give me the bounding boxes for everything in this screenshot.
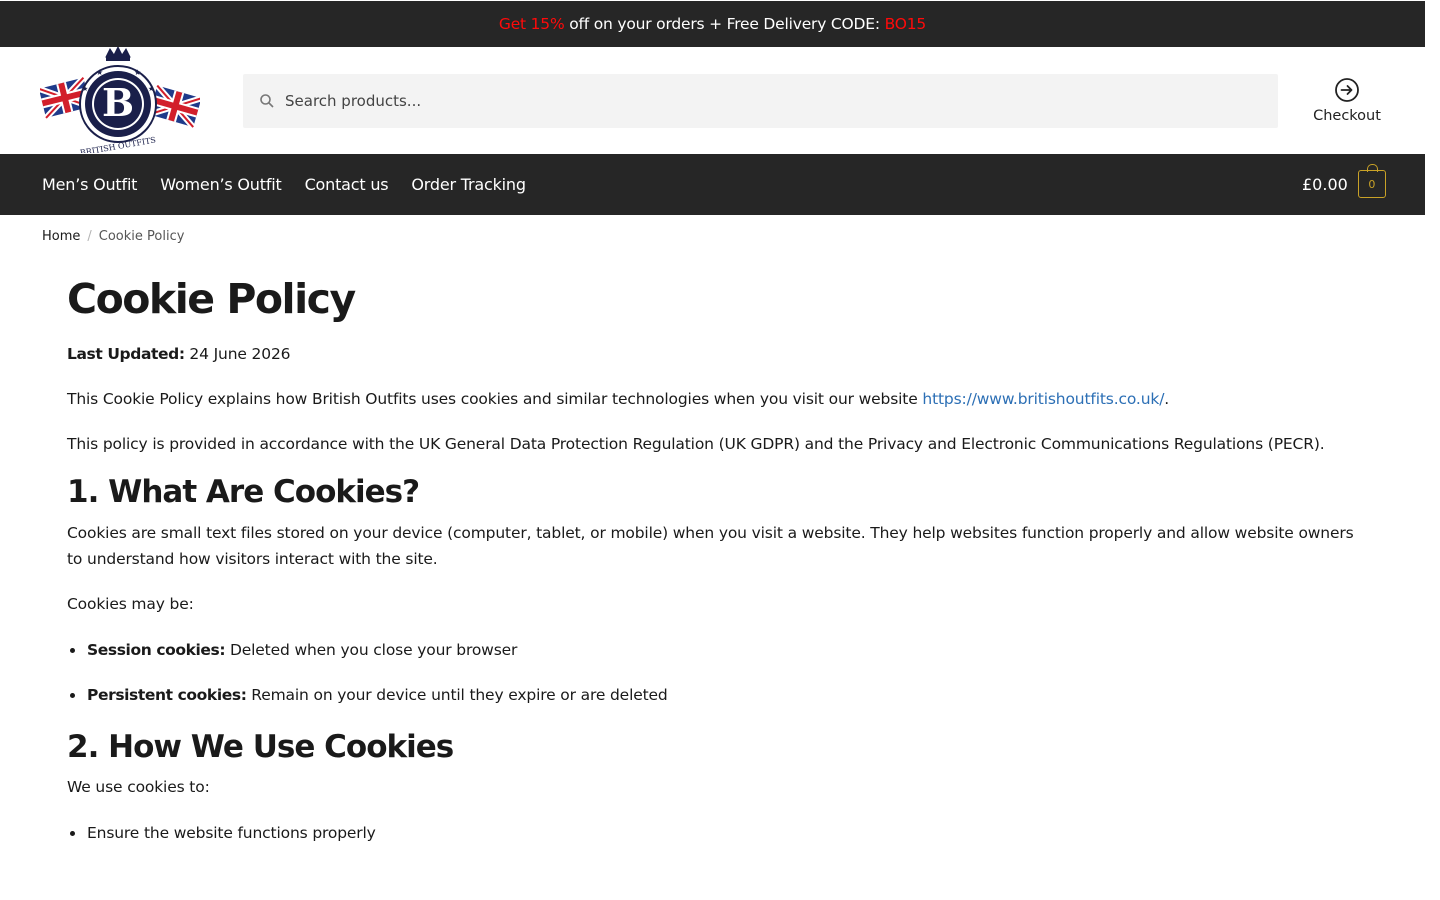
svg-text:★: ★ — [82, 85, 88, 93]
cart-button[interactable]: £0.00 0 — [1302, 164, 1386, 200]
breadcrumb-separator: / — [87, 229, 92, 244]
nav-item-mens-outfit[interactable]: Men’s Outfit — [42, 175, 137, 194]
logo-emblem: ★ ★ ★ ★ B BRITISH OUTFITS — [37, 45, 203, 158]
section-2-heading: 2. How We Use Cookies — [67, 729, 454, 765]
last-updated: Last Updated: 24 June 2026 — [67, 341, 1357, 367]
page-title: Cookie Policy — [67, 275, 356, 323]
cookie-types-intro: Cookies may be: — [67, 595, 194, 613]
list-item-text: Deleted when you close your browser — [225, 641, 518, 659]
promo-code: BO15 — [884, 15, 927, 33]
compliance-paragraph: This policy is provided in accordance wi… — [67, 435, 1325, 453]
promo-discount: Get 15% — [498, 15, 565, 33]
arrow-circle-right-icon — [1335, 78, 1359, 102]
svg-text:★: ★ — [134, 68, 141, 77]
list-item: Session cookies: Deleted when you close … — [67, 637, 1357, 663]
uses-intro: We use cookies to: — [67, 778, 210, 796]
section-1-paragraph: Cookies are small text files stored on y… — [67, 524, 1354, 568]
intro-text: This Cookie Policy explains how British … — [67, 390, 923, 408]
promo-banner: Get 15% off on your orders + Free Delive… — [0, 1, 1425, 47]
search-bar[interactable] — [243, 74, 1278, 128]
list-item-label: Persistent cookies: — [87, 686, 247, 704]
intro-paragraph: This Cookie Policy explains how British … — [67, 386, 1357, 412]
breadcrumb-current: Cookie Policy — [98, 229, 185, 244]
svg-text:B: B — [102, 80, 134, 125]
section-1-heading: 1. What Are Cookies? — [67, 474, 420, 510]
svg-text:★: ★ — [148, 85, 154, 93]
cart-count: 0 — [1368, 177, 1376, 191]
breadcrumb: Home / Cookie Policy — [42, 229, 184, 244]
list-item-label: Session cookies: — [87, 641, 226, 659]
list-item: Ensure the website functions properly — [67, 820, 1357, 846]
cart-total: £0.00 — [1302, 174, 1348, 194]
nav-item-order-tracking[interactable]: Order Tracking — [411, 175, 526, 194]
cookie-types-list: Session cookies: Deleted when you close … — [67, 637, 1357, 708]
shopping-bag-icon: 0 — [1357, 164, 1386, 198]
checkout-link[interactable]: Checkout — [1306, 77, 1388, 129]
list-item-text: Remain on your device until they expire … — [246, 686, 668, 704]
svg-text:★: ★ — [96, 68, 103, 77]
site-logo[interactable]: ★ ★ ★ ★ B BRITISH OUTFITS — [37, 45, 203, 158]
nav-item-womens-outfit[interactable]: Women’s Outfit — [160, 175, 282, 194]
nav-item-contact-us[interactable]: Contact us — [305, 175, 389, 194]
checkout-label: Checkout — [1313, 108, 1381, 124]
uses-list: Ensure the website functions properly — [67, 820, 1357, 846]
intro-end: . — [1164, 390, 1170, 408]
page-content: Cookie Policy Last Updated: 24 June 2026… — [67, 272, 1357, 846]
promo-text: off on your orders + Free Delivery CODE: — [564, 15, 885, 33]
list-item: Persistent cookies: Remain on your devic… — [67, 682, 1357, 708]
website-link[interactable]: https://www.britishoutfits.co.uk/ — [922, 390, 1164, 408]
site-header: ★ ★ ★ ★ B BRITISH OUTFITS Checkout — [0, 45, 1425, 158]
last-updated-label: Last Updated: — [67, 345, 185, 363]
last-updated-value: 24 June 2026 — [184, 345, 291, 363]
breadcrumb-home[interactable]: Home — [42, 229, 80, 244]
nav-menu: Men’s Outfit Women’s Outfit Contact us O… — [42, 175, 526, 194]
search-input[interactable] — [285, 92, 1185, 110]
main-nav: Men’s Outfit Women’s Outfit Contact us O… — [0, 154, 1425, 215]
search-icon — [259, 93, 275, 109]
